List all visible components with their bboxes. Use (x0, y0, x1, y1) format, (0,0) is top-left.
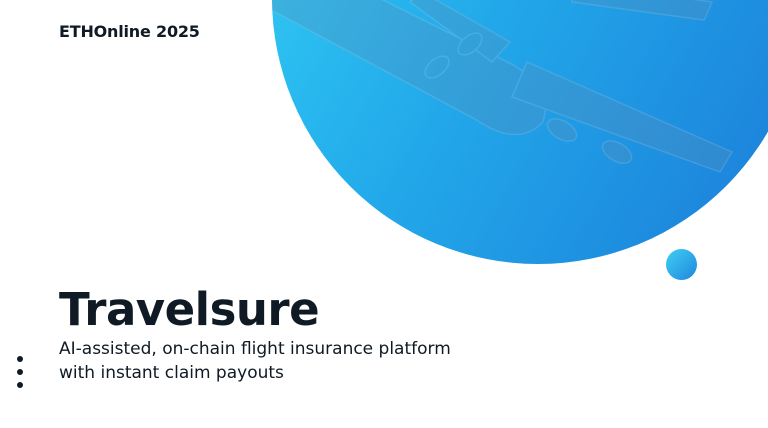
vertical-dots-icon[interactable] (15, 356, 25, 392)
accent-dot (666, 249, 697, 280)
dot (17, 356, 23, 362)
dot (17, 382, 23, 388)
subtitle-line-2: with instant claim payouts (59, 363, 284, 383)
hero-image-circle (272, 0, 768, 264)
subtitle-line-1: AI-assisted, on-chain flight insurance p… (59, 339, 451, 359)
airplane-illustration (272, 0, 734, 173)
project-title: Travelsure (59, 283, 320, 336)
event-label: ETHOnline 2025 (59, 22, 200, 41)
project-subtitle: AI-assisted, on-chain flight insurance p… (59, 337, 479, 385)
dot (17, 369, 23, 375)
